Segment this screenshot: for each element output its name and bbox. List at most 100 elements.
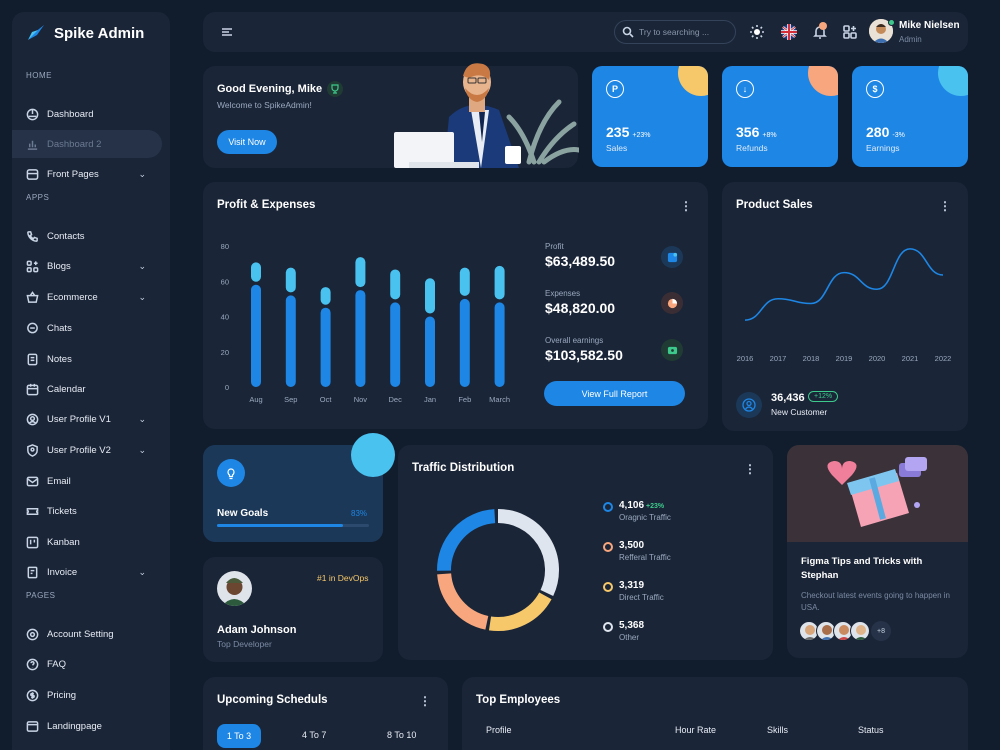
section-pages: PAGES (26, 591, 56, 600)
stat-icon: $ (866, 80, 884, 98)
more-options-icon[interactable]: ⋮ (939, 200, 951, 212)
user-circle-icon (742, 398, 756, 412)
column-status: Status (858, 725, 884, 735)
sidebar-item-calendar[interactable]: Calendar (12, 375, 162, 403)
sidebar-item-chats[interactable]: Chats (12, 314, 162, 342)
sidebar-item-kanban[interactable]: Kanban (12, 528, 162, 556)
sidebar-item-label: Invoice (47, 566, 78, 578)
x-tick-label: 2019 (836, 354, 853, 363)
legend-marker (603, 582, 613, 592)
welcome-card: Good Evening, Mike Welcome to SpikeAdmin… (203, 63, 579, 168)
sidebar-item-blogs[interactable]: Blogs ⌄ (12, 252, 162, 280)
legend-value-wrap: 3,319 (619, 580, 664, 591)
profit-value: $63,489.50 (545, 253, 616, 269)
tab-4-to-7[interactable]: 4 To 7 (302, 730, 326, 740)
legend-value: 4,106 (619, 500, 645, 511)
chart-bar-icon (27, 140, 38, 150)
more-options-icon[interactable]: ⋮ (680, 200, 692, 212)
expenses-label: Expenses (545, 289, 581, 298)
sidebar-item-label: Front Pages (47, 168, 99, 180)
x-tick-label: 2016 (737, 354, 754, 363)
menu-icon[interactable] (221, 26, 233, 38)
sidebar-item-dashboard[interactable]: Dashboard (12, 100, 162, 128)
product-sales-title: Product Sales (736, 199, 813, 211)
uk-flag-icon[interactable] (781, 24, 797, 40)
sidebar-item-ecommerce[interactable]: Ecommerce ⌄ (12, 283, 162, 311)
visit-now-button[interactable]: Visit Now (217, 130, 277, 154)
profit-title: Profit & Expenses (217, 199, 316, 211)
sidebar-item-contacts[interactable]: Contacts (12, 222, 162, 250)
message-icon (27, 322, 38, 333)
expenses-value: $48,820.00 (545, 300, 616, 316)
view-full-report-button[interactable]: View Full Report (544, 381, 685, 406)
stat-value-wrap: 235 +23% (606, 124, 650, 140)
bar-upper (494, 265, 505, 300)
profit-label: Profit (545, 242, 564, 251)
developer-avatar (217, 571, 252, 606)
sidebar-item-pricing[interactable]: Pricing (12, 681, 162, 709)
legend-marker (603, 622, 613, 632)
more-attendees[interactable]: +8 (871, 621, 891, 641)
sidebar-item-label: FAQ (47, 658, 67, 670)
goals-decoration (351, 433, 395, 477)
figma-title: Figma Tips and Tricks with Stephan (801, 556, 923, 581)
sidebar-item-email[interactable]: Email (12, 467, 162, 495)
more-options-icon[interactable]: ⋮ (419, 695, 431, 707)
search-input[interactable]: Try to searching ... (614, 20, 736, 44)
goals-progress-fill (217, 524, 344, 527)
apps-grid-icon[interactable] (842, 24, 858, 40)
sidebar-item-roll-base-access[interactable]: Roll Base Access (12, 742, 162, 750)
legend-label: Other (619, 633, 640, 642)
sidebar-item-label: User Profile V1 (47, 413, 111, 425)
sidebar-item-notes[interactable]: Notes (12, 345, 162, 373)
bar-lower (425, 316, 435, 387)
tab-8-to-10[interactable]: 8 To 10 (387, 730, 416, 740)
x-tick-label: Dec (389, 395, 403, 404)
sidebar-item-user-profile-v2[interactable]: User Profile V2 ⌄ (12, 436, 162, 464)
product-sales-card: Product Sales ⋮ 2016 2017 2018 2019 2020 2021… (722, 182, 968, 431)
schedules-title: Upcoming Scheduls (217, 694, 328, 706)
attendee-avatar (850, 621, 870, 641)
sun-icon[interactable] (749, 24, 765, 40)
sidebar-item-faq[interactable]: FAQ (12, 650, 162, 678)
traffic-legend-item: 5,368 Other (603, 620, 646, 642)
sidebar-item-dashboard-2[interactable]: Dashboard 2 (12, 130, 162, 158)
donut-slice (437, 573, 489, 630)
sidebar-item-tickets[interactable]: Tickets (12, 497, 162, 525)
profit-stat: Profit $63,489.50 (545, 242, 615, 269)
x-tick-label: March (489, 395, 510, 404)
sidebar-item-label: Calendar (47, 383, 86, 395)
sidebar-item-label: Ecommerce (47, 291, 98, 303)
customer-icon-wrap (736, 392, 762, 418)
stat-value-wrap: 280 -3% (866, 124, 905, 140)
legend-value: 3,500 (619, 540, 645, 551)
legend-change: +23% (646, 503, 665, 510)
help-icon (26, 658, 39, 670)
x-tick-label: 2018 (803, 354, 820, 363)
basket-icon (26, 290, 39, 303)
chevron-down-icon: ⌄ (138, 566, 146, 577)
stat-decoration (938, 66, 968, 96)
sidebar-item-user-profile-v1[interactable]: User Profile V1 ⌄ (12, 405, 162, 433)
y-tick-label: 40 (221, 313, 229, 322)
currency-icon (26, 689, 39, 701)
sidebar-item-account-setting[interactable]: Account Setting (12, 620, 162, 648)
bar-lower (459, 298, 470, 387)
sidebar-item-label: Account Setting (47, 628, 114, 640)
profit-bar-chart: 0 20 40 60 80 Aug Sep Oct Nov Dec Jan Feb March (221, 242, 510, 404)
developer-name: Adam Johnson (217, 624, 297, 636)
sidebar-item-front-pages[interactable]: Front Pages ⌄ (12, 160, 162, 188)
legend-marker (603, 542, 613, 552)
attendee-avatars: +8 (799, 621, 891, 641)
more-options-icon[interactable]: ⋮ (744, 463, 756, 475)
logo[interactable]: Spike Admin (26, 24, 144, 42)
user-role: Admin (899, 35, 922, 44)
traffic-legend-item: 3,500 Refferal Traffic (603, 540, 671, 562)
sidebar-item-landingpage[interactable]: Landingpage (12, 712, 162, 740)
sidebar-item-invoice[interactable]: Invoice ⌄ (12, 558, 162, 586)
aperture-icon (26, 108, 39, 120)
legend-value: 5,368 (619, 620, 645, 631)
stat-value: 280 (866, 124, 890, 140)
tab-1-to-3[interactable]: 1 To 3 (217, 724, 261, 748)
y-tick-label: 20 (221, 348, 229, 357)
